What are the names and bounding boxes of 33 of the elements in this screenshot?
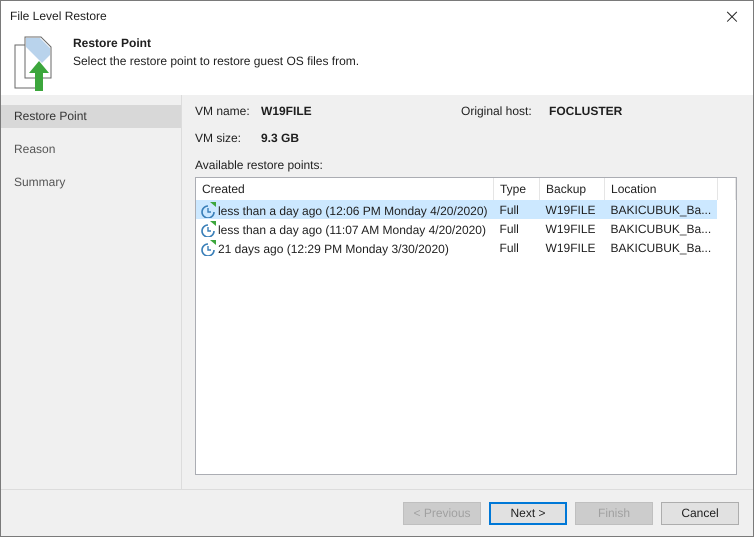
table-cell: less than a day ago (11:07 AM Monday 4/20/2020): [218, 222, 486, 236]
table-cell: W19FILE: [546, 202, 596, 216]
vm-name-label: VM name:: [195, 104, 251, 118]
table-cell: Full: [500, 240, 519, 254]
step-description: Select the restore point to restore guest OS files from.: [73, 54, 360, 68]
close-button[interactable]: ×: [717, 2, 747, 30]
sidebar-item[interactable]: Reason: [1, 138, 181, 161]
table-cell: W19FILE: [546, 240, 596, 254]
vm-size-value: 9.3 GB: [261, 131, 300, 145]
table-cell: W19FILE: [546, 222, 596, 236]
dialog-button[interactable]: Cancel: [661, 502, 739, 524]
step-title: Restore Point: [73, 36, 152, 50]
restore-point-icon: [200, 220, 216, 236]
sidebar-item[interactable]: Summary: [1, 171, 181, 194]
table-cell: BAKICUBUK_Ba...: [610, 240, 712, 254]
table-cell: Full: [500, 202, 519, 216]
dialog-button[interactable]: Next >: [489, 502, 567, 524]
sidebar-item[interactable]: Restore Point: [1, 105, 181, 128]
table-cell: BAKICUBUK_Ba...: [610, 222, 712, 236]
table-row[interactable]: 21 days ago (12:29 PM Monday 3/30/2020) Full W19FILE BAKICUBUK_Ba...: [196, 238, 736, 257]
table-cell: Full: [500, 222, 519, 236]
table-cell: 21 days ago (12:29 PM Monday 3/30/2020): [218, 242, 449, 256]
table-cell: BAKICUBUK_Ba...: [610, 202, 712, 216]
table-label: Available restore points:: [195, 158, 324, 172]
vm-name-value: W19FILE: [261, 104, 313, 118]
window-title: File Level Restore: [10, 9, 107, 23]
table-cell: less than a day ago (12:06 PM Monday 4/20/2020): [218, 204, 488, 218]
table-row[interactable]: less than a day ago (11:07 AM Monday 4/20/2020) Full W19FILE BAKICUBUK_Ba...: [196, 219, 736, 238]
host-label: Original host:: [461, 104, 533, 118]
restore-point-icon: [200, 240, 216, 256]
vm-size-label: VM size:: [195, 131, 242, 145]
restore-point-icon: [200, 202, 216, 218]
host-value: FOCLUSTER: [549, 104, 624, 118]
